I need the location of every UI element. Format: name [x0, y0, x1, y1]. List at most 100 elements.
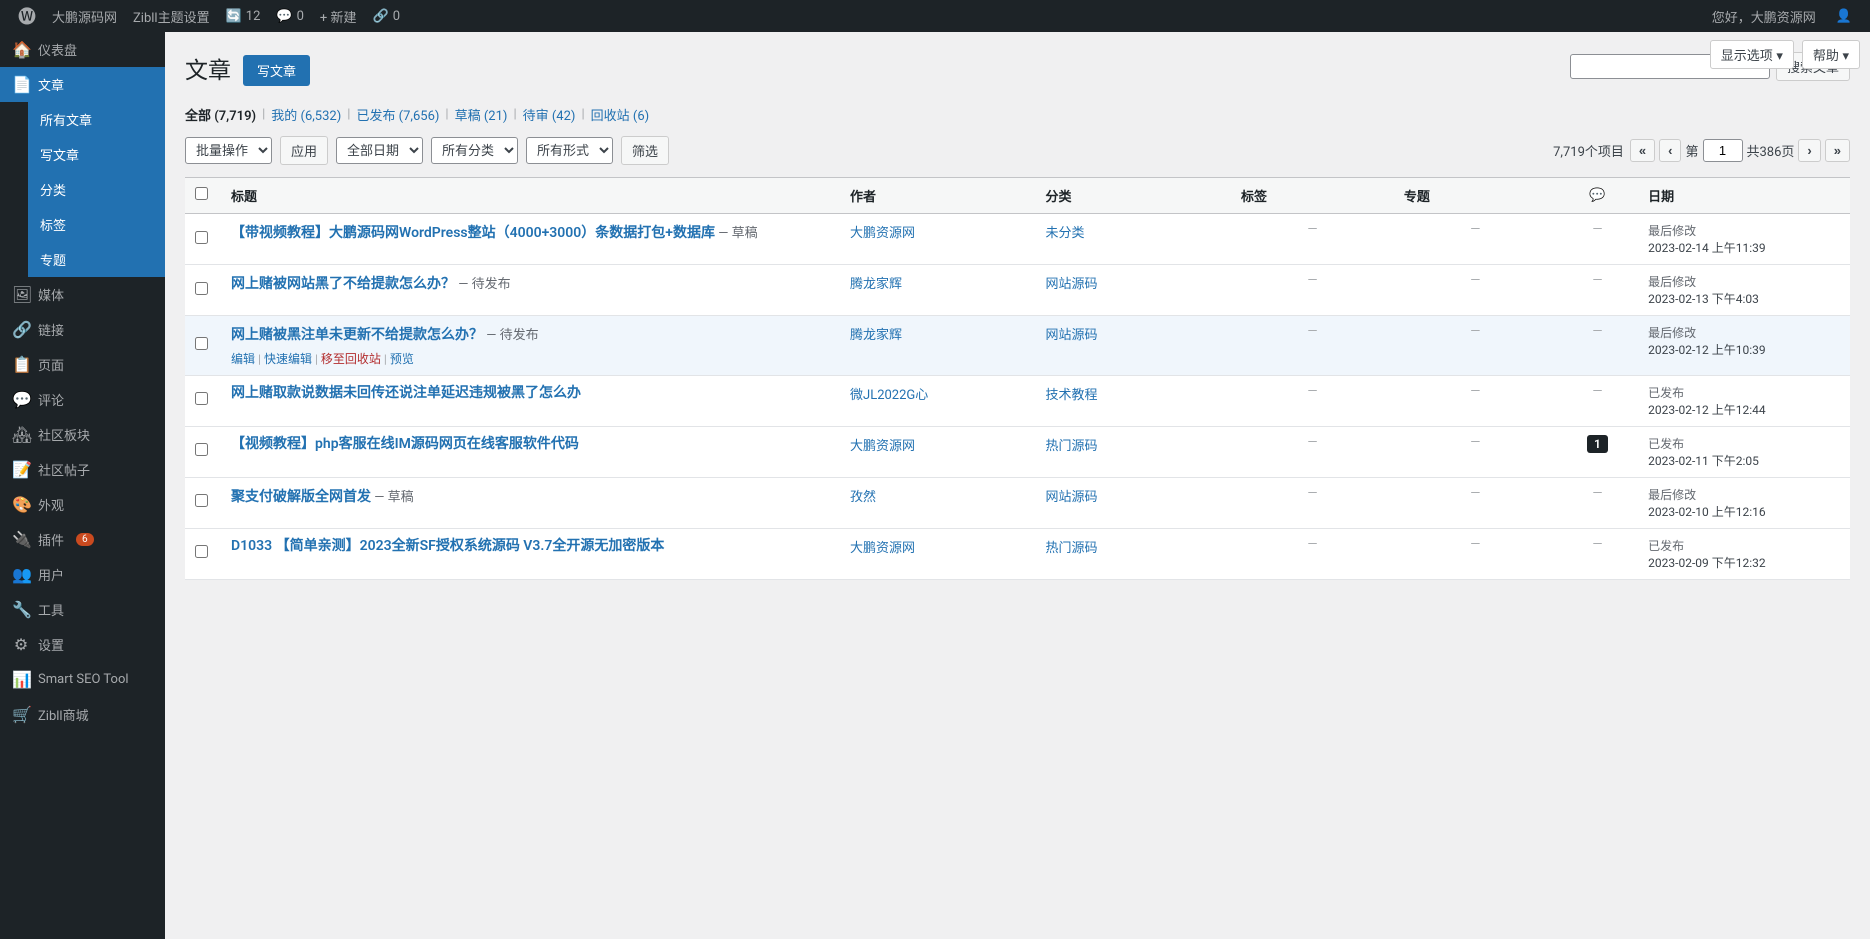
form-filter-select[interactable]: 所有形式	[526, 137, 613, 164]
sidebar-item-articles[interactable]: 📄 文章 所有文章 写文章 分类 标签 专题	[0, 67, 165, 277]
sidebar-item-smart-seo[interactable]: 📊 Smart SEO Tool	[0, 662, 165, 697]
filter-tab-draft[interactable]: 草稿 (21)	[455, 105, 508, 124]
row-checkbox[interactable]	[195, 545, 208, 558]
user-greeting[interactable]: 您好，大鹏资源网	[1704, 7, 1824, 26]
updates-link[interactable]: 🔄 12	[218, 9, 269, 24]
sidebar-sub-special[interactable]: 专题	[28, 242, 165, 277]
cell-date: 最后修改2023-02-13 下午4:03	[1638, 265, 1850, 316]
row-action-link[interactable]: 移至回收站	[321, 352, 381, 366]
display-options-button[interactable]: 显示选项 ▾	[1710, 40, 1794, 69]
col-tag-header[interactable]: 标签	[1231, 178, 1394, 214]
sidebar-item-zibll-shop[interactable]: 🛒 Zibll商城	[0, 697, 165, 732]
row-checkbox[interactable]	[195, 231, 208, 244]
author-link[interactable]: 大鹏资源网	[850, 226, 915, 241]
filter-tab-all[interactable]: 全部 (7,719)	[185, 105, 256, 124]
col-date-header[interactable]: 日期	[1638, 178, 1850, 214]
filter-button[interactable]: 筛选	[621, 136, 669, 165]
post-title-link[interactable]: 【带视频教程】大鹏源码网WordPress整站（4000+3000）条数据打包+…	[231, 225, 715, 241]
last-page-button[interactable]: »	[1825, 139, 1850, 162]
category-link[interactable]: 网站源码	[1045, 277, 1097, 292]
post-title-link[interactable]: 网上赌被黑注单未更新不给提款怎么办？	[231, 327, 483, 343]
author-link[interactable]: 大鹏资源网	[850, 541, 915, 556]
author-link[interactable]: 微JL2022G心	[850, 388, 928, 403]
cell-tag: —	[1231, 316, 1394, 376]
sidebar-item-settings[interactable]: ⚙ 设置	[0, 627, 165, 662]
next-page-button[interactable]: ›	[1798, 139, 1820, 162]
bulk-action-select[interactable]: 批量操作	[185, 137, 272, 164]
comment-count-badge[interactable]: 1	[1587, 435, 1608, 453]
write-article-button[interactable]: 写文章	[243, 55, 310, 86]
category-link[interactable]: 技术教程	[1045, 388, 1097, 403]
col-cat-header[interactable]: 分类	[1035, 178, 1230, 214]
category-link[interactable]: 未分类	[1045, 226, 1084, 241]
sidebar-sub-write[interactable]: 写文章	[28, 137, 165, 172]
first-page-button[interactable]: «	[1630, 139, 1655, 162]
row-checkbox[interactable]	[195, 337, 208, 350]
col-comment-header[interactable]: 💬	[1557, 178, 1638, 214]
top-right-controls: 显示选项 ▾ 帮助 ▾	[1710, 40, 1860, 69]
sidebar-sub-category[interactable]: 分类	[28, 172, 165, 207]
sidebar-item-users[interactable]: 👥 用户	[0, 557, 165, 592]
sidebar-item-links[interactable]: 🔗 链接	[0, 312, 165, 347]
sidebar-item-media[interactable]: 🖼 媒体	[0, 277, 165, 312]
help-button[interactable]: 帮助 ▾	[1802, 40, 1860, 69]
category-link[interactable]: 热门源码	[1045, 439, 1097, 454]
author-link[interactable]: 腾龙家辉	[850, 328, 902, 343]
row-action-link[interactable]: 快速编辑	[264, 352, 312, 366]
author-link[interactable]: 孜然	[850, 490, 876, 505]
filter-tab-trash[interactable]: 回收站 (6)	[591, 105, 650, 124]
sidebar-sub-tags[interactable]: 标签	[28, 207, 165, 242]
sidebar-item-appearance[interactable]: 🎨 外观	[0, 487, 165, 522]
sidebar-item-plugins[interactable]: 🔌 插件 6	[0, 522, 165, 557]
wp-logo-icon[interactable]: 🅦	[10, 3, 44, 29]
cell-comment: —	[1557, 316, 1638, 376]
filter-tab-published[interactable]: 已发布 (7,656)	[356, 105, 439, 124]
col-author-header[interactable]: 作者	[840, 178, 1035, 214]
col-special-header[interactable]: 专题	[1394, 178, 1557, 214]
post-title-link[interactable]: 【视频教程】php客服在线IM源码网页在线客服软件代码	[231, 436, 579, 452]
row-checkbox[interactable]	[195, 494, 208, 507]
date-filter-select[interactable]: 全部日期	[336, 137, 423, 164]
table-row: D1033 【简单亲测】2023全新SF授权系统源码 V3.7全开源无加密版本 大…	[185, 528, 1850, 579]
sidebar-item-dashboard[interactable]: 🏠 仪表盘	[0, 32, 165, 67]
page-title: 文章	[185, 56, 231, 86]
date-value: 2023-02-10 上午12:16	[1648, 505, 1765, 519]
sidebar-item-tools[interactable]: 🔧 工具	[0, 592, 165, 627]
filter-tab-pending[interactable]: 待审 (42)	[523, 105, 576, 124]
post-title-link[interactable]: D1033 【简单亲测】2023全新SF授权系统源码 V3.7全开源无加密版本	[231, 538, 664, 554]
new-post-link[interactable]: + 新建	[312, 7, 365, 26]
row-action-link[interactable]: 预览	[390, 352, 414, 366]
sidebar-item-social-block[interactable]: 🏘 社区板块	[0, 417, 165, 452]
prev-page-button[interactable]: ‹	[1659, 139, 1681, 162]
sidebar-item-social-posts[interactable]: 📝 社区帖子	[0, 452, 165, 487]
site-name-link[interactable]: 大鹏源码网	[44, 7, 125, 26]
row-checkbox[interactable]	[195, 282, 208, 295]
row-checkbox[interactable]	[195, 392, 208, 405]
links-link[interactable]: 🔗 0	[365, 9, 409, 24]
author-link[interactable]: 大鹏资源网	[850, 439, 915, 454]
dashboard-icon: 🏠	[12, 40, 30, 59]
sidebar-item-comments[interactable]: 💬 评论	[0, 382, 165, 417]
cell-date: 最后修改2023-02-14 上午11:39	[1638, 214, 1850, 265]
col-title-header[interactable]: 标题	[221, 178, 840, 214]
sidebar-sub-all-articles[interactable]: 所有文章	[28, 102, 165, 137]
category-link[interactable]: 热门源码	[1045, 541, 1097, 556]
row-checkbox[interactable]	[195, 443, 208, 456]
cat-filter-select[interactable]: 所有分类	[431, 137, 518, 164]
page-number-input[interactable]	[1703, 139, 1743, 162]
post-title-link[interactable]: 聚支付破解版全网首发	[231, 489, 371, 505]
cell-title: 网上赌取款说数据未回传还说注单延迟违规被黑了怎么办	[221, 375, 840, 426]
filter-tab-mine[interactable]: 我的 (6,532)	[271, 105, 341, 124]
table-row: 网上赌取款说数据未回传还说注单延迟违规被黑了怎么办微JL2022G心技术教程——…	[185, 375, 1850, 426]
row-action-link[interactable]: 编辑	[231, 352, 255, 366]
sidebar-item-pages[interactable]: 📋 页面	[0, 347, 165, 382]
comments-link[interactable]: 💬 0	[268, 9, 312, 24]
select-all-checkbox[interactable]	[195, 187, 208, 200]
theme-settings-link[interactable]: Zibll主题设置	[125, 7, 218, 26]
post-title-link[interactable]: 网上赌取款说数据未回传还说注单延迟违规被黑了怎么办	[231, 385, 581, 401]
post-title-link[interactable]: 网上赌被网站黑了不给提款怎么办？	[231, 276, 455, 292]
apply-button[interactable]: 应用	[280, 136, 328, 165]
author-link[interactable]: 腾龙家辉	[850, 277, 902, 292]
category-link[interactable]: 网站源码	[1045, 328, 1097, 343]
category-link[interactable]: 网站源码	[1045, 490, 1097, 505]
